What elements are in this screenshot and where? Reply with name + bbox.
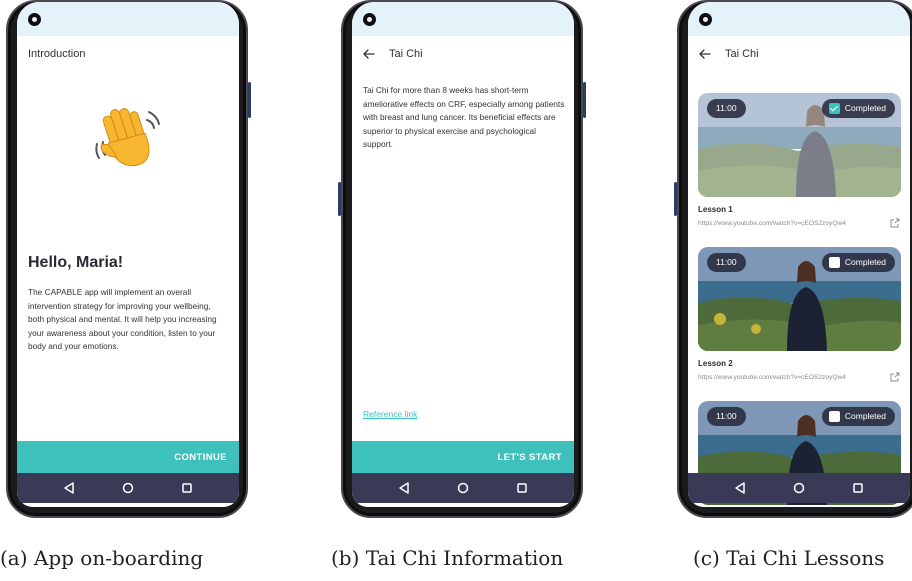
completed-toggle[interactable]: Completed (821, 253, 895, 272)
home-circle-icon[interactable] (792, 481, 806, 495)
checkbox-checked-icon[interactable] (828, 103, 840, 114)
recents-square-icon[interactable] (180, 481, 194, 495)
back-arrow-icon[interactable] (698, 47, 712, 61)
lessons-content: Tai Chi 11:00 Completed Lesson 1 https:/… (688, 36, 910, 507)
status-bar (688, 2, 910, 36)
intro-text: The CAPABLE app will implement an overal… (28, 287, 217, 351)
camera-icon (699, 13, 712, 26)
completed-label: Completed (844, 257, 886, 267)
lets-start-button-label: LET'S START (497, 452, 562, 463)
lesson-video-thumbnail[interactable]: 11:00 Completed (698, 247, 901, 351)
lets-start-button[interactable]: LET'S START (352, 441, 574, 473)
caption-a: (a) App on-boarding (0, 546, 204, 570)
recents-square-icon[interactable] (515, 481, 529, 495)
completed-label: Completed (844, 411, 886, 421)
phone-lessons: Tai Chi 11:00 Completed Lesson 1 https:/… (674, 0, 912, 518)
onboarding-content: Introduction Hello, Maria! The CAPABLE a… (17, 36, 239, 507)
external-link-icon[interactable] (890, 372, 900, 382)
duration-badge: 11:00 (707, 99, 746, 118)
continue-button[interactable]: CONTINUE (17, 441, 239, 473)
app-bar: Tai Chi (352, 44, 574, 66)
screen: Tai Chi 11:00 Completed Lesson 1 https:/… (688, 2, 910, 507)
screen: Tai Chi Tai Chi for more than 8 weeks ha… (352, 2, 574, 507)
system-nav-bar (17, 473, 239, 503)
page-title: Introduction (28, 48, 86, 60)
back-triangle-icon[interactable] (62, 481, 76, 495)
greeting-heading: Hello, Maria! (28, 254, 124, 271)
duration-badge: 11:00 (707, 407, 746, 426)
camera-icon (363, 13, 376, 26)
recents-square-icon[interactable] (851, 481, 865, 495)
app-bar: Introduction (17, 44, 239, 66)
phone-onboarding: Introduction Hello, Maria! The CAPABLE a… (6, 0, 251, 518)
volume-button (248, 82, 251, 118)
completed-label: Completed (844, 103, 886, 113)
camera-icon (28, 13, 41, 26)
system-nav-bar (352, 473, 574, 503)
caption-c: (c) Tai Chi Lessons (693, 546, 885, 570)
status-bar (17, 2, 239, 36)
external-link-icon[interactable] (890, 218, 900, 228)
lesson-title: Lesson 2 (698, 359, 733, 368)
lesson-video-thumbnail[interactable]: 11:00 Completed (698, 93, 901, 197)
page-title: Tai Chi (389, 48, 423, 60)
screen: Introduction Hello, Maria! The CAPABLE a… (17, 2, 239, 507)
page-title: Tai Chi (725, 48, 759, 60)
lesson-title: Lesson 1 (698, 205, 733, 214)
completed-toggle[interactable]: Completed (821, 407, 895, 426)
lesson-url[interactable]: https://www.youtube.com/watch?v=cEOS2zoy… (698, 374, 846, 381)
home-circle-icon[interactable] (121, 481, 135, 495)
back-triangle-icon[interactable] (397, 481, 411, 495)
reference-link[interactable]: Reference link (363, 409, 417, 419)
continue-button-label: CONTINUE (174, 452, 227, 463)
completed-toggle[interactable]: Completed (821, 99, 895, 118)
info-content: Tai Chi Tai Chi for more than 8 weeks ha… (352, 36, 574, 507)
info-text: Tai Chi for more than 8 weeks has short-… (363, 85, 565, 149)
home-circle-icon[interactable] (456, 481, 470, 495)
caption-b: (b) Tai Chi Information (331, 546, 564, 570)
phone-info: Tai Chi Tai Chi for more than 8 weeks ha… (338, 0, 586, 518)
checkbox-unchecked-icon[interactable] (828, 257, 840, 268)
power-button (583, 82, 586, 118)
figure: Introduction Hello, Maria! The CAPABLE a… (0, 0, 912, 581)
checkbox-unchecked-icon[interactable] (828, 411, 840, 422)
lesson-url[interactable]: https://www.youtube.com/watch?v=cEOS2zoy… (698, 220, 846, 227)
system-nav-bar (688, 473, 910, 503)
status-bar (352, 2, 574, 36)
duration-badge: 11:00 (707, 253, 746, 272)
back-arrow-icon[interactable] (362, 47, 376, 61)
back-triangle-icon[interactable] (733, 481, 747, 495)
volume-button (338, 182, 341, 216)
waving-hand-icon (95, 108, 160, 167)
app-bar: Tai Chi (688, 44, 910, 66)
volume-button (674, 182, 677, 216)
